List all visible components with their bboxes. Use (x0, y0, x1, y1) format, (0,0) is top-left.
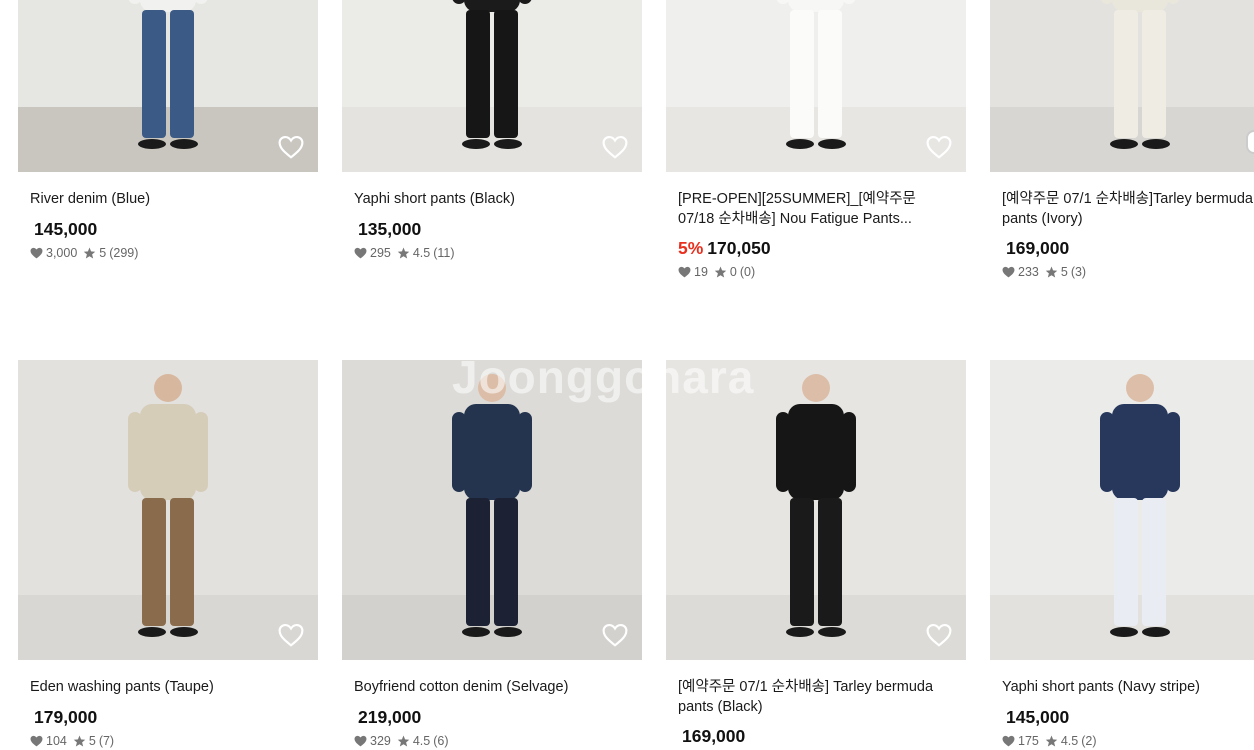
product-photo-3 (990, 0, 1254, 172)
review-count: (7) (98, 733, 115, 748)
star-icon (397, 735, 410, 746)
star-icon (1045, 735, 1058, 746)
product-title[interactable]: Yaphi short pants (Black) (354, 190, 630, 210)
product-card[interactable]: Yaphi short pants (Black) 135,000 295 4.… (342, 0, 642, 260)
like-count-heart-icon (354, 247, 367, 258)
rating: 5 (88, 733, 96, 748)
product-card[interactable]: Boyfriend cotton denim (Selvage) 219,000… (342, 360, 642, 748)
product-price-row: 169,000 (1002, 237, 1254, 259)
product-price-row: 145,000 (1002, 706, 1254, 728)
like-count: 3,000 (46, 245, 78, 260)
product-price: 145,000 (34, 218, 98, 239)
like-count-heart-icon (678, 266, 691, 278)
star-icon (84, 247, 96, 258)
product-photo-4 (18, 360, 318, 660)
heart-icon[interactable] (926, 135, 952, 159)
product-price-row: 145,000 (30, 218, 306, 240)
rating: 4.5 (1060, 733, 1079, 748)
like-count-heart-icon (1002, 266, 1015, 278)
product-image[interactable] (666, 0, 966, 172)
product-price-row: 5% 170,050 (678, 237, 954, 259)
product-image[interactable] (342, 0, 642, 172)
product-stats: 3,000 5 (299) (30, 246, 306, 260)
like-count-heart-icon (354, 735, 367, 746)
like-count: 329 (370, 733, 391, 748)
review-count: (2) (1081, 733, 1097, 748)
rating: 4.5 (412, 733, 431, 748)
product-stats: 329 4.5 (6) (354, 734, 630, 748)
star-icon (397, 247, 410, 258)
product-stats: 19 0 (0) (678, 265, 954, 279)
product-photo-7 (990, 360, 1254, 660)
product-price: 169,000 (1006, 238, 1070, 258)
product-price: 169,000 (682, 726, 746, 746)
heart-icon[interactable] (602, 135, 628, 159)
heart-icon[interactable] (278, 135, 304, 159)
product-stats: 295 4.5 (11) (354, 246, 630, 260)
product-card[interactable]: Yaphi short pants (Navy stripe) 145,000 … (990, 360, 1254, 748)
product-photo-2 (666, 0, 966, 172)
star-icon (73, 735, 86, 746)
review-count: (6) (433, 733, 449, 748)
heart-icon[interactable] (926, 623, 952, 647)
rating: 5 (99, 245, 107, 260)
review-count: (11) (433, 245, 455, 260)
carousel-next-edge[interactable] (1246, 130, 1254, 154)
product-image[interactable] (990, 360, 1254, 660)
product-price: 170,050 (707, 238, 771, 258)
product-stats: 104 5 (7) (30, 734, 306, 748)
product-price-row: 219,000 (354, 706, 630, 728)
star-icon (714, 266, 727, 278)
review-count: (3) (1070, 265, 1087, 279)
like-count-heart-icon (30, 735, 43, 746)
product-title[interactable]: Boyfriend cotton denim (Selvage) (354, 678, 630, 698)
like-count: 233 (1018, 265, 1039, 279)
like-count: 19 (694, 265, 708, 279)
product-image[interactable] (18, 0, 318, 172)
product-price: 179,000 (34, 706, 98, 727)
product-stats: 175 4.5 (2) (1002, 734, 1254, 748)
product-title[interactable]: [예약주문 07/1 순차배송] Tarley bermuda pants (B… (678, 678, 954, 717)
like-count-heart-icon (1002, 735, 1015, 746)
product-card[interactable]: [PRE-OPEN][25SUMMER]_[예약주문 07/18 순차배송] N… (666, 0, 966, 279)
product-title[interactable]: Eden washing pants (Taupe) (30, 678, 306, 698)
like-count-heart-icon (30, 247, 43, 258)
product-photo-1 (342, 0, 642, 172)
heart-icon[interactable] (602, 623, 628, 647)
like-count: 175 (1018, 733, 1039, 748)
product-title[interactable]: [PRE-OPEN][25SUMMER]_[예약주문 07/18 순차배송] N… (678, 190, 954, 229)
rating: 0 (729, 265, 737, 279)
product-price-row: 179,000 (30, 706, 306, 728)
product-price: 135,000 (358, 218, 422, 239)
product-image[interactable] (342, 360, 642, 660)
product-image[interactable] (18, 360, 318, 660)
product-price-row: 169,000 (678, 725, 954, 747)
rating: 5 (1060, 265, 1068, 279)
product-image[interactable] (666, 360, 966, 660)
product-card[interactable]: River denim (Blue) 145,000 3,000 5 (299) (18, 0, 318, 260)
product-price-row: 135,000 (354, 218, 630, 240)
discount-rate: 5% (678, 238, 704, 258)
review-count: (0) (739, 265, 756, 279)
like-count: 295 (370, 245, 391, 260)
product-price: 219,000 (358, 706, 422, 727)
product-stats: 233 5 (3) (1002, 265, 1254, 279)
star-icon (1045, 266, 1058, 278)
like-count: 104 (46, 733, 67, 748)
rating: 4.5 (412, 245, 431, 260)
product-title[interactable]: [예약주문 07/1 순차배송]Tarley bermuda pants (Iv… (1002, 190, 1254, 229)
product-title[interactable]: River denim (Blue) (30, 190, 306, 210)
heart-icon[interactable] (278, 623, 304, 647)
product-photo-0 (18, 0, 318, 172)
product-card[interactable]: [예약주문 07/1 순차배송]Tarley bermuda pants (Iv… (990, 0, 1254, 279)
product-image[interactable] (990, 0, 1254, 172)
review-count: (299) (109, 245, 139, 260)
product-photo-5 (342, 360, 642, 660)
product-price: 145,000 (1006, 706, 1070, 727)
product-photo-6 (666, 360, 966, 660)
product-title[interactable]: Yaphi short pants (Navy stripe) (1002, 678, 1254, 698)
product-card[interactable]: [예약주문 07/1 순차배송] Tarley bermuda pants (B… (666, 360, 966, 747)
product-card[interactable]: Eden washing pants (Taupe) 179,000 104 5… (18, 360, 318, 748)
